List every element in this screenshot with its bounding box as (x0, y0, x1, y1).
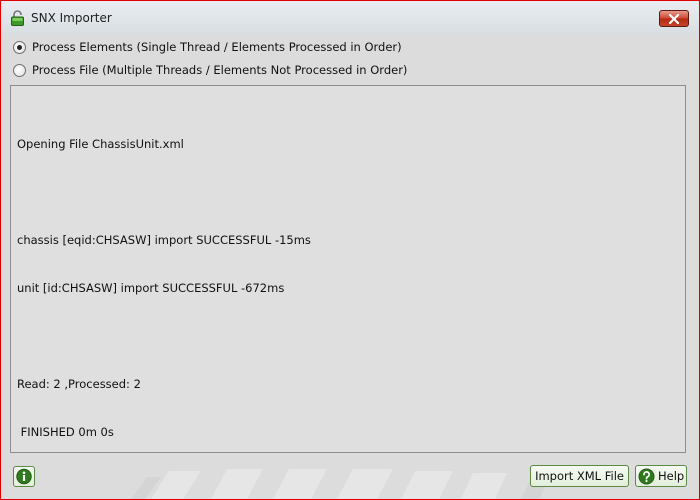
import-xml-file-button[interactable]: Import XML File (530, 465, 629, 487)
dialog-body: Process Elements (Single Thread / Elemen… (1, 35, 699, 499)
option-process-elements[interactable]: Process Elements (Single Thread / Elemen… (13, 39, 402, 55)
option-process-file[interactable]: Process File (Multiple Threads / Element… (13, 62, 407, 78)
log-line: Read: 2 ,Processed: 2 (17, 377, 141, 391)
help-icon (638, 468, 655, 484)
close-icon (668, 14, 680, 24)
log-line: Opening File ChassisUnit.xml (17, 137, 184, 151)
title-bar[interactable]: SNX Importer (1, 1, 699, 35)
info-button[interactable] (13, 466, 35, 487)
log-line: FINISHED 0m 0s (17, 425, 114, 439)
log-line: chassis [eqid:CHSASW] import SUCCESSFUL … (17, 233, 311, 247)
importer-window: SNX Importer Process Elements (Single Th… (0, 0, 700, 500)
close-button[interactable] (659, 10, 689, 27)
lock-icon (10, 10, 25, 26)
process-elements-radio[interactable] (13, 40, 26, 54)
log-line: unit [id:CHSASW] import SUCCESSFUL -672m… (17, 281, 285, 295)
help-button[interactable]: Help (635, 465, 687, 487)
info-icon (16, 468, 32, 485)
process-elements-label: Process Elements (Single Thread / Elemen… (32, 40, 402, 54)
log-output[interactable]: Opening File ChassisUnit.xml chassis [eq… (10, 85, 686, 453)
process-file-radio[interactable] (13, 63, 26, 77)
process-file-label: Process File (Multiple Threads / Element… (32, 63, 408, 77)
help-button-label: Help (658, 469, 685, 483)
window-title: SNX Importer (31, 11, 112, 25)
footer-bar: Import XML File Help (1, 459, 699, 499)
